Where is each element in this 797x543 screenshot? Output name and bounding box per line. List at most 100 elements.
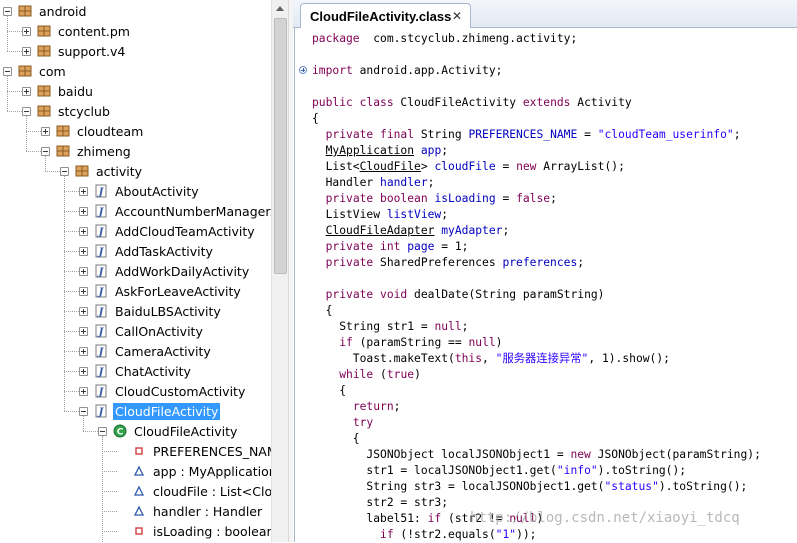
tree-item-label: CloudFileActivity: [113, 402, 221, 420]
code-text: (: [373, 368, 387, 381]
tree-item-label: app : MyApplication: [153, 463, 271, 479]
editor-tab-cloudfileactivity[interactable]: CloudFileActivity.class ✕: [300, 3, 471, 28]
code-line: {: [312, 431, 360, 447]
tree-guide-line: [102, 451, 117, 452]
tree-item[interactable]: com: [3, 61, 68, 81]
tree-item[interactable]: app : MyApplication: [117, 461, 271, 481]
tree-item[interactable]: J CloudFileActivity: [79, 401, 221, 421]
collapse-icon[interactable]: [3, 66, 12, 76]
expand-icon[interactable]: [79, 266, 88, 276]
tree-item[interactable]: J CameraActivity: [79, 341, 213, 361]
tree-item[interactable]: C CloudFileActivity: [98, 421, 239, 441]
tree-guide-line: [64, 291, 79, 292]
tree-item[interactable]: content.pm: [22, 21, 132, 41]
scroll-thumb[interactable]: [274, 18, 287, 274]
collapse-icon[interactable]: [98, 426, 107, 436]
tree-item[interactable]: J CallOnActivity: [79, 321, 205, 341]
tree-scrollbar[interactable]: [271, 0, 288, 542]
collapse-icon[interactable]: [22, 106, 31, 116]
tree-item[interactable]: J ChatActivity: [79, 361, 193, 381]
expand-icon[interactable]: [22, 46, 31, 56]
scroll-up-arrow-icon[interactable]: [272, 0, 288, 17]
expand-icon[interactable]: [79, 186, 88, 196]
default-field-icon: [132, 504, 146, 518]
package-icon: [56, 124, 70, 138]
tree-item[interactable]: PREFERENCES_NAME : String: [117, 441, 271, 461]
tree-item[interactable]: cloudteam: [41, 121, 145, 141]
tree-item[interactable]: J AddWorkDailyActivity: [79, 261, 251, 281]
tree-item[interactable]: J AskForLeaveActivity: [79, 281, 243, 301]
code-field: preferences: [502, 256, 578, 269]
editor-gutter: [295, 28, 309, 542]
expand-icon[interactable]: [79, 366, 88, 376]
expand-icon[interactable]: [79, 346, 88, 356]
code-keyword: package: [312, 32, 360, 45]
tree-item[interactable]: J CloudCustomActivity: [79, 381, 247, 401]
expand-icon[interactable]: [79, 286, 88, 296]
collapse-icon[interactable]: [3, 6, 12, 16]
java-file-icon: J: [94, 264, 108, 278]
tree-item[interactable]: J AccountNumberManagerActivity: [79, 201, 271, 221]
tree-guide-line: [26, 151, 41, 152]
expand-icon[interactable]: [79, 326, 88, 336]
code-field: listView: [386, 208, 442, 221]
expand-icon[interactable]: [79, 306, 88, 316]
code-text: CloudFileActivity: [393, 96, 523, 109]
tree-guide-line: [64, 311, 79, 312]
code-text: str2 = str3;: [312, 496, 449, 509]
expand-icon[interactable]: [79, 386, 88, 396]
tree-item[interactable]: handler : Handler: [117, 501, 264, 521]
code-line: if (paramString == null): [312, 335, 502, 351]
expand-icon[interactable]: [79, 206, 88, 216]
expand-icon[interactable]: [41, 126, 50, 136]
tree-item[interactable]: J AboutActivity: [79, 181, 201, 201]
java-file-icon: J: [94, 304, 108, 318]
collapse-icon[interactable]: [41, 146, 50, 156]
tab-title: CloudFileActivity.class: [310, 8, 452, 24]
tree-guide-line: [45, 171, 60, 172]
code-line: private boolean isLoading = false;: [312, 191, 557, 207]
tree-item[interactable]: android: [3, 1, 88, 21]
tree-item[interactable]: support.v4: [22, 41, 127, 61]
package-icon: [75, 164, 89, 178]
code-line: String str3 = localJSONObject1.get("stat…: [312, 479, 747, 495]
code-line: return;: [312, 399, 401, 415]
tree-item-label: AddTaskActivity: [115, 243, 213, 259]
code-text: ;: [441, 208, 449, 221]
tree-item[interactable]: J AddTaskActivity: [79, 241, 215, 261]
code-text: ArrayList();: [536, 160, 625, 173]
fold-expand-icon[interactable]: [299, 66, 307, 74]
code-field: handler: [380, 176, 428, 189]
tree-item[interactable]: isLoading : boolean: [117, 521, 271, 541]
tree-item[interactable]: stcyclub: [22, 101, 112, 121]
code-text: ;: [441, 144, 449, 157]
tree-item[interactable]: zhimeng: [41, 141, 133, 161]
tree-item[interactable]: cloudFile : List<CloudFile>: [117, 481, 271, 501]
code-string: "info": [556, 464, 598, 477]
tree-item[interactable]: J AddCloudTeamActivity: [79, 221, 257, 241]
watermark: http://blog.csdn.net/xiaoyi_tdcq: [470, 510, 740, 526]
expand-icon[interactable]: [22, 26, 31, 36]
tree-item-label: BaiduLBSActivity: [115, 303, 221, 319]
expand-icon[interactable]: [22, 86, 31, 96]
close-icon[interactable]: ✕: [452, 9, 462, 23]
tree-guide-line: [64, 411, 79, 412]
tree-item[interactable]: baidu: [22, 81, 95, 101]
expand-icon[interactable]: [79, 226, 88, 236]
java-file-icon: J: [94, 224, 108, 238]
tree-item[interactable]: J BaiduLBSActivity: [79, 301, 223, 321]
tree-item-label: zhimeng: [77, 143, 131, 159]
code-area[interactable]: package com.stcyclub.zhimeng.activity; im…: [294, 28, 797, 542]
java-file-icon: J: [94, 204, 108, 218]
code-field: app: [420, 144, 442, 157]
collapse-icon[interactable]: [79, 406, 88, 416]
code-string: "status": [604, 480, 659, 493]
collapse-icon[interactable]: [60, 166, 69, 176]
code-line: {: [312, 303, 333, 319]
tree-item[interactable]: activity: [60, 161, 144, 181]
tree-item-label: AddCloudTeamActivity: [115, 223, 255, 239]
expand-icon[interactable]: [79, 246, 88, 256]
